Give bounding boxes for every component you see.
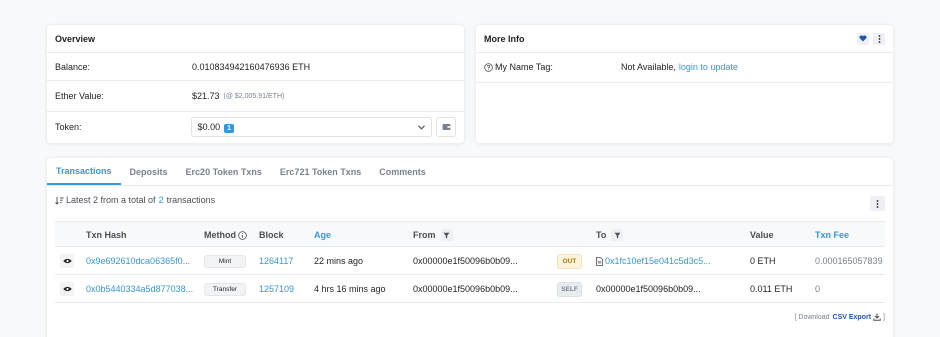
col-to: To (596, 222, 624, 248)
heart-icon (859, 35, 867, 42)
more-info-title: More Info (484, 33, 525, 44)
col-to-label: To (596, 230, 607, 240)
value-cell: 0.011 ETH (750, 284, 793, 294)
to-address-link[interactable]: 0x1fc10ef15e041c5d3c5... (605, 256, 711, 266)
info-circle-icon (238, 230, 247, 240)
login-link[interactable]: login to update (679, 62, 738, 72)
col-age[interactable]: Age (314, 222, 331, 248)
csv-export-link[interactable]: CSV Export (833, 314, 872, 321)
tab-deposits[interactable]: Deposits (121, 158, 177, 185)
method-badge: Mint (204, 254, 246, 268)
wallet-icon (442, 124, 451, 130)
summary-suffix: transactions (166, 195, 216, 205)
col-txn-fee[interactable]: Txn Fee (815, 222, 849, 248)
from-address: 0x00000e1f50096b0b09... (413, 284, 518, 294)
eye-cell (60, 248, 74, 274)
method-cell: Transfer (204, 276, 246, 302)
csv-export-footer: [ Download CSV Export ] (794, 313, 885, 321)
filter-icon (614, 232, 621, 238)
table-row: 0x0b5440334a5d877038... Transfer 1257109… (55, 276, 885, 303)
col-method-label: Method (204, 230, 236, 240)
filter-from-button[interactable] (440, 229, 453, 241)
to-cell: 0x1fc10ef15e041c5d3c5... (596, 248, 711, 274)
from-address: 0x00000e1f50096b0b09... (413, 256, 518, 266)
col-block: Block (259, 230, 284, 240)
export-open: [ Download (794, 313, 830, 321)
balance-value: 0.010834942160476936 ETH (192, 61, 311, 72)
ether-rate: (@ $2,005.91/ETH) (223, 92, 285, 100)
col-method: Method (204, 222, 247, 248)
more-options-button[interactable] (873, 32, 885, 45)
block-link[interactable]: 1264117 (259, 248, 293, 274)
transactions-card: Transactions Deposits Erc20 Token Txns E… (46, 157, 894, 337)
name-tag-value: Not Available, (621, 62, 676, 72)
token-row: Token: $0.00 1 (55, 112, 456, 142)
summary-count[interactable]: 2 (159, 195, 164, 205)
view-details-button[interactable] (60, 254, 74, 268)
overview-title: Overview (55, 33, 96, 44)
contract-file-icon (596, 256, 603, 266)
balance-row: Balance: 0.010834942160476936 ETH (55, 53, 456, 80)
eye-icon (62, 258, 72, 264)
txn-hash-link[interactable]: 0x0b5440334a5d877038... (86, 276, 193, 302)
tab-comments[interactable]: Comments (370, 158, 435, 185)
balance-label: Balance: (55, 61, 91, 72)
tab-erc20-token-txns[interactable]: Erc20 Token Txns (177, 158, 271, 185)
filter-to-button[interactable] (611, 229, 624, 241)
export-close: ] (883, 313, 885, 321)
filter-icon (443, 232, 450, 238)
token-dropdown[interactable]: $0.00 1 (190, 117, 433, 137)
table-options-button[interactable] (870, 196, 885, 211)
ether-value-label: Ether Value: (55, 91, 104, 101)
ether-value: $21.73 (192, 91, 220, 101)
more-info-header: More Info (476, 25, 893, 53)
fee-cell: 0 (815, 284, 821, 294)
summary-prefix: Latest 2 from a total of (66, 195, 156, 205)
age-cell: 4 hrs 16 mins ago (314, 284, 386, 294)
col-from: From (413, 222, 453, 248)
to-address: 0x00000e1f50096b0b09... (596, 284, 701, 294)
download-icon (873, 313, 881, 321)
age-cell: 22 mins ago (314, 256, 364, 266)
chevron-down-icon (418, 124, 426, 130)
fee-cell: 0.000165057839 (815, 256, 883, 266)
direction-cell: SELF (557, 276, 582, 302)
direction-cell: OUT (557, 248, 582, 274)
kebab-menu-icon (876, 199, 879, 208)
token-value: $0.00 (197, 121, 221, 132)
table-row: 0x9e692610dca06365f0... Mint 1264117 22 … (55, 248, 885, 275)
value-cell: 0 ETH (750, 256, 776, 266)
method-badge: Transfer (204, 282, 246, 296)
overview-card: Overview Balance: 0.010834942160476936 E… (46, 24, 465, 144)
name-tag-row: My Name Tag: Not Available, login to upd… (484, 53, 885, 81)
direction-badge-self: SELF (557, 281, 582, 297)
view-details-button[interactable] (60, 282, 74, 296)
eye-cell (60, 276, 74, 302)
tab-erc721-token-txns[interactable]: Erc721 Token Txns (271, 158, 370, 185)
direction-badge-out: OUT (557, 253, 582, 269)
tab-transactions[interactable]: Transactions (47, 158, 121, 185)
table-header: Txn Hash Method Block Age From To Value … (55, 221, 885, 247)
tab-bar: Transactions Deposits Erc20 Token Txns E… (47, 158, 893, 186)
txn-hash-link[interactable]: 0x9e692610dca06365f0... (86, 248, 190, 274)
question-circle-icon (484, 62, 493, 72)
col-from-label: From (413, 230, 436, 240)
ether-value-row: Ether Value: $21.73 (@ $2,005.91/ETH) (55, 81, 456, 111)
wallet-button[interactable] (436, 117, 456, 137)
col-txn-hash: Txn Hash (86, 230, 127, 240)
eye-icon (62, 286, 72, 292)
overview-header: Overview (47, 25, 464, 53)
kebab-menu-icon (878, 34, 880, 43)
block-link[interactable]: 1257109 (259, 276, 294, 302)
more-info-card: More Info My Name Tag: Not Available, lo… (475, 24, 894, 144)
favorite-button[interactable] (857, 32, 869, 45)
divider (476, 82, 893, 83)
col-value: Value (750, 230, 774, 240)
token-label: Token: (55, 122, 82, 132)
transactions-summary: Latest 2 from a total of 2 transactions (55, 195, 215, 205)
method-cell: Mint (204, 248, 246, 274)
name-tag-label: My Name Tag: (495, 62, 553, 72)
token-count-badge: 1 (224, 123, 235, 133)
sort-icon (55, 196, 64, 205)
